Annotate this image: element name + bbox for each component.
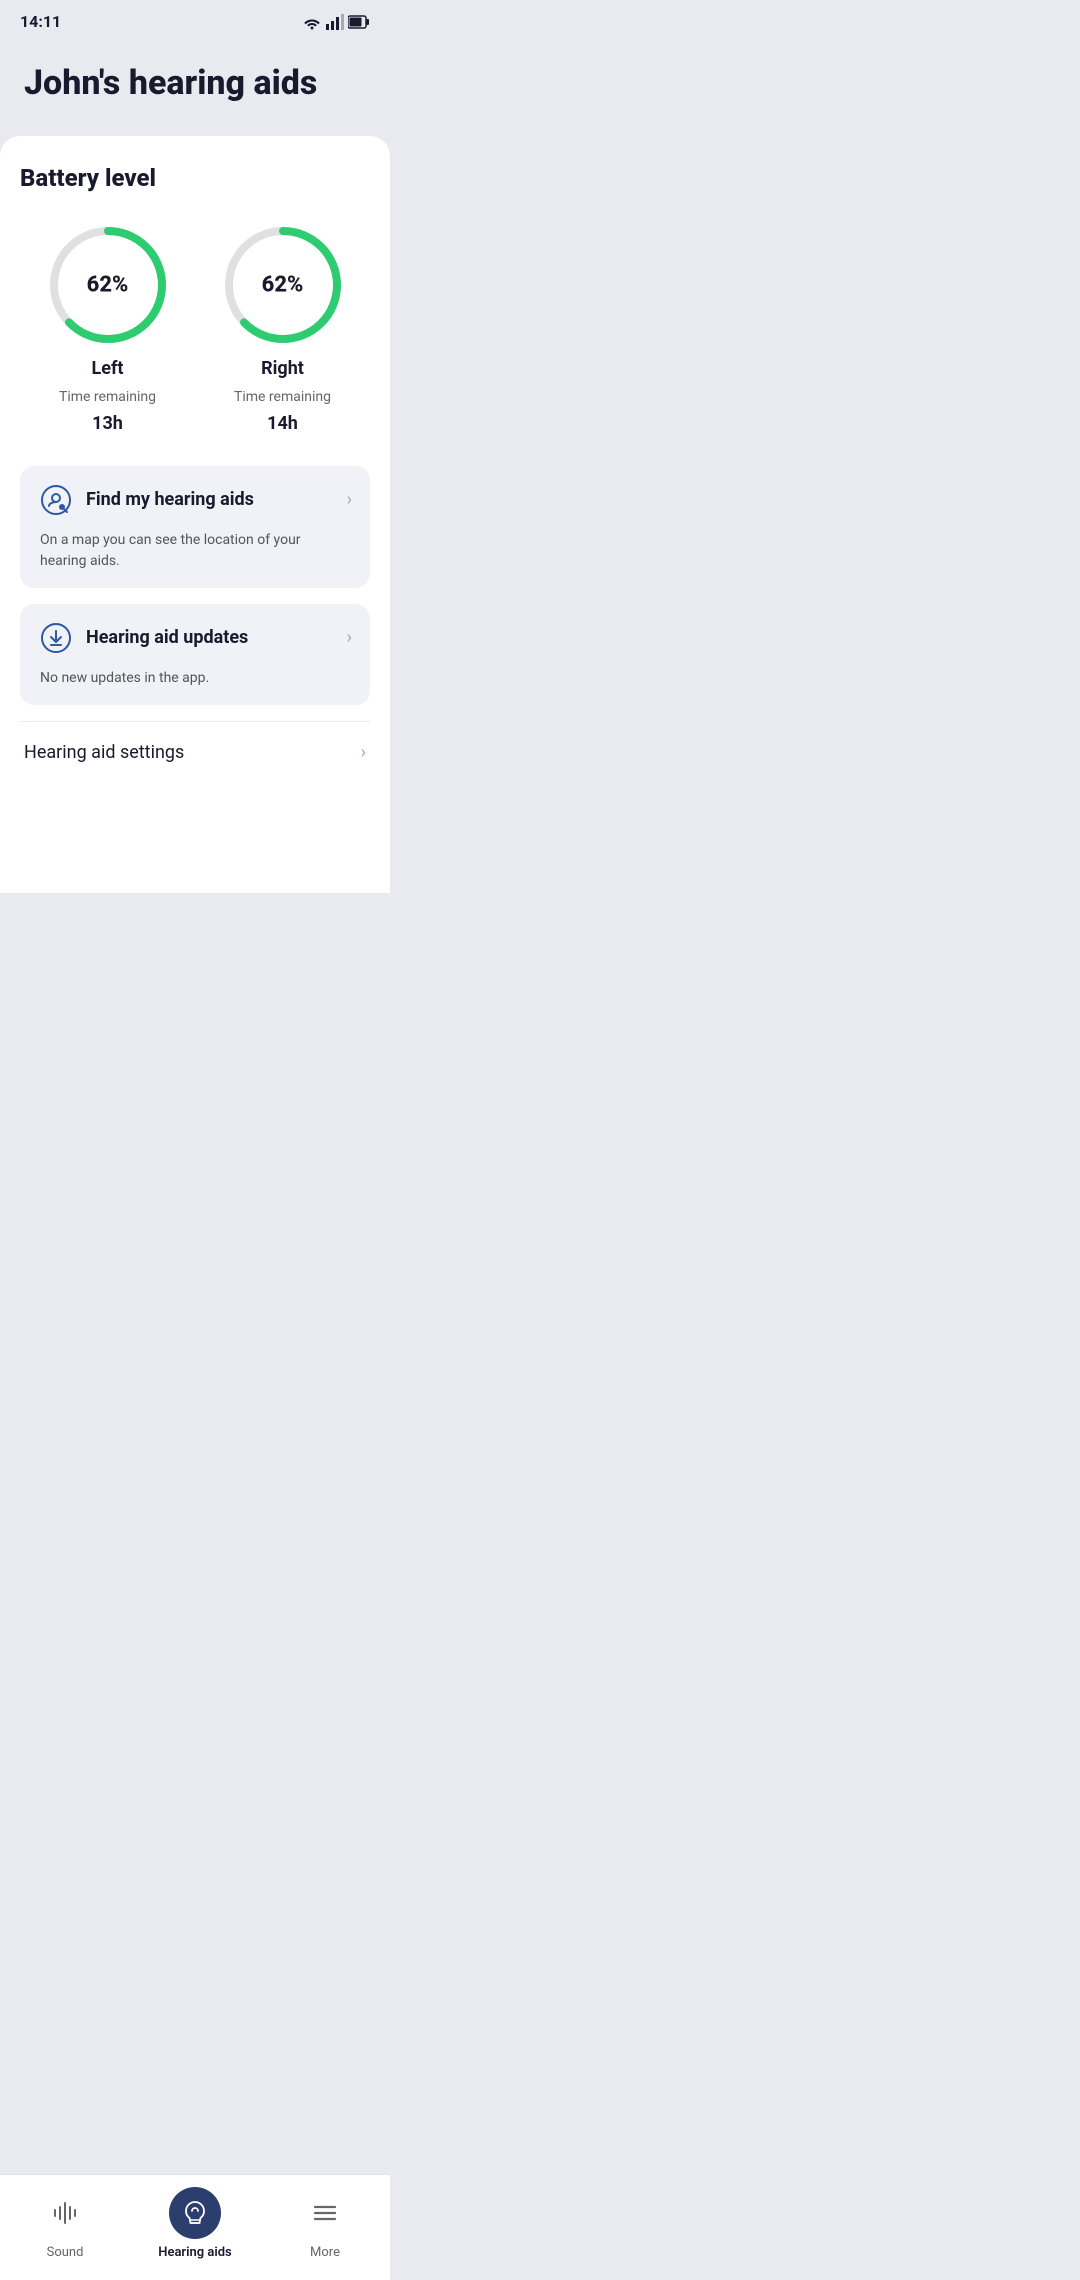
signal-icon xyxy=(326,14,344,30)
settings-row-label: Hearing aid settings xyxy=(24,742,184,763)
status-bar: 14:11 xyxy=(0,0,390,39)
battery-gauges: 62% Left Time remaining 13h 62% Right Ti… xyxy=(20,220,370,434)
nav-item-sound[interactable]: Sound xyxy=(25,2187,105,2260)
updates-card-description: No new updates in the app. xyxy=(38,668,352,689)
right-side-label: Right xyxy=(261,358,304,379)
hearing-aids-nav-label: Hearing aids xyxy=(158,2245,232,2260)
right-gauge: 62% Right Time remaining 14h xyxy=(218,220,348,434)
left-time-value: 13h xyxy=(92,413,123,434)
download-icon xyxy=(38,620,74,656)
main-card: Battery level 62% Left Time remaining 13… xyxy=(0,136,390,893)
location-icon xyxy=(38,482,74,518)
updates-card-title: Hearing aid updates xyxy=(86,627,248,648)
sound-icon xyxy=(51,2199,79,2227)
page-title: John's hearing aids xyxy=(24,63,366,104)
updates-card-chevron: › xyxy=(347,627,352,648)
updates-card-left: Hearing aid updates xyxy=(38,620,248,656)
sound-nav-label: Sound xyxy=(47,2245,84,2260)
bottom-nav: Sound Hearing aids More xyxy=(0,2174,390,2280)
find-card-chevron: › xyxy=(347,489,352,510)
left-side-label: Left xyxy=(92,358,124,379)
battery-icon xyxy=(348,15,370,29)
updates-card-header: Hearing aid updates › xyxy=(38,620,352,656)
nav-item-more[interactable]: More xyxy=(285,2187,365,2260)
wifi-icon xyxy=(302,14,322,30)
status-time: 14:11 xyxy=(20,12,61,31)
hearing-aids-nav-icon-wrap xyxy=(169,2187,221,2239)
sound-nav-icon-wrap xyxy=(39,2187,91,2239)
more-icon xyxy=(311,2199,339,2227)
nav-item-hearing-aids[interactable]: Hearing aids xyxy=(155,2187,235,2260)
right-gauge-circle: 62% xyxy=(218,220,348,350)
page-title-section: John's hearing aids xyxy=(0,39,390,136)
settings-row-chevron: › xyxy=(361,742,366,763)
left-gauge: 62% Left Time remaining 13h xyxy=(43,220,173,434)
status-icons xyxy=(302,14,370,30)
battery-section-title: Battery level xyxy=(20,164,370,192)
more-nav-icon-wrap xyxy=(299,2187,351,2239)
hearing-aid-settings-row[interactable]: Hearing aid settings › xyxy=(20,721,370,783)
hearing-aid-updates-card[interactable]: Hearing aid updates › No new updates in … xyxy=(20,604,370,705)
find-card-title: Find my hearing aids xyxy=(86,489,254,510)
more-nav-label: More xyxy=(310,2245,340,2260)
left-time-label: Time remaining xyxy=(59,389,156,405)
right-time-value: 14h xyxy=(267,413,298,434)
left-battery-percent: 62% xyxy=(87,272,129,297)
find-hearing-aids-card[interactable]: Find my hearing aids › On a map you can … xyxy=(20,466,370,588)
left-gauge-circle: 62% xyxy=(43,220,173,350)
find-card-header: Find my hearing aids › xyxy=(38,482,352,518)
find-card-description: On a map you can see the location of you… xyxy=(38,530,352,572)
find-card-left: Find my hearing aids xyxy=(38,482,254,518)
right-time-label: Time remaining xyxy=(234,389,331,405)
hearing-aids-icon xyxy=(180,2198,210,2228)
right-battery-percent: 62% xyxy=(262,272,304,297)
